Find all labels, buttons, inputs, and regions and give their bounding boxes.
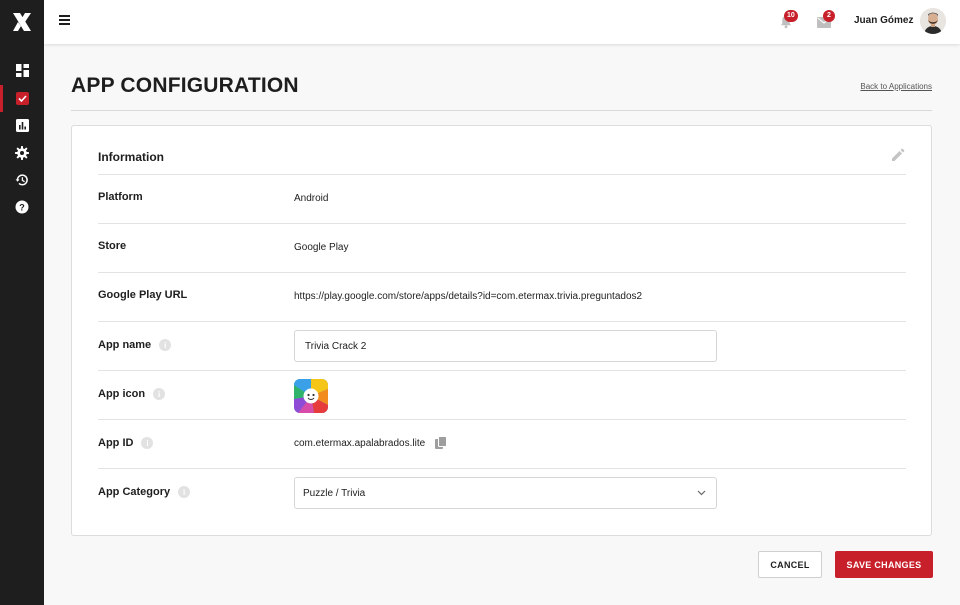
- row-divider: [98, 468, 906, 469]
- platform-value: Android: [294, 193, 329, 204]
- sidebar-item-applications[interactable]: [0, 85, 44, 112]
- avatar[interactable]: [920, 8, 946, 34]
- x-logo-icon: [13, 13, 31, 31]
- copy-icon: [435, 436, 448, 449]
- app-name-label: App name i: [98, 339, 172, 351]
- menu-icon[interactable]: [59, 15, 72, 28]
- information-card: Information Platform Android Store Googl…: [71, 125, 932, 536]
- app-id-value: com.etermax.apalabrados.lite: [294, 437, 426, 449]
- sidebar: ?: [0, 0, 44, 605]
- dashboard-icon: [15, 64, 29, 77]
- store-value: Google Play: [294, 242, 349, 253]
- user-name[interactable]: Juan Gómez: [854, 15, 913, 26]
- store-label: Store: [98, 240, 127, 252]
- copy-button[interactable]: [434, 436, 448, 450]
- app-icon-label: App icon i: [98, 388, 166, 400]
- row-divider: [98, 370, 906, 371]
- bar-chart-icon: [15, 119, 29, 132]
- user-avatar-icon: [920, 8, 946, 34]
- store-url-value: https://play.google.com/store/apps/detai…: [294, 291, 643, 302]
- app-category-selected-value: Puzzle / Trivia: [303, 487, 366, 499]
- app-category-select[interactable]: Puzzle / Trivia: [294, 477, 717, 509]
- row-divider: [98, 223, 906, 224]
- svg-text:?: ?: [19, 202, 25, 212]
- sidebar-item-help[interactable]: ?: [0, 193, 44, 220]
- brand-logo[interactable]: [0, 0, 44, 44]
- notifications-button[interactable]: 10: [777, 10, 798, 32]
- messages-count-badge: 2: [823, 10, 835, 22]
- info-icon[interactable]: i: [159, 339, 172, 351]
- sidebar-item-history[interactable]: [0, 166, 44, 193]
- cancel-button[interactable]: CANCEL: [758, 551, 822, 578]
- app-id-label: App ID i: [98, 437, 154, 449]
- checkbox-icon: [15, 92, 29, 105]
- app-icon-image[interactable]: [294, 379, 328, 413]
- page-title: APP CONFIGURATION: [71, 74, 299, 97]
- messages-button[interactable]: 2: [815, 10, 835, 32]
- row-divider: [98, 419, 906, 420]
- app-id-row: com.etermax.apalabrados.lite: [294, 436, 448, 450]
- sidebar-item-settings[interactable]: [0, 139, 44, 166]
- help-icon: ?: [15, 200, 29, 213]
- history-icon: [15, 173, 28, 185]
- app-category-label: App Category i: [98, 486, 191, 498]
- notifications-count-badge: 10: [784, 10, 798, 22]
- back-to-applications-link[interactable]: Back to Applications: [860, 82, 932, 91]
- app-name-input[interactable]: [294, 330, 717, 362]
- sidebar-item-dashboard[interactable]: [0, 57, 44, 84]
- gear-icon: [15, 145, 29, 160]
- store-url-label: Google Play URL: [98, 289, 188, 301]
- card-title: Information: [98, 150, 164, 164]
- info-icon[interactable]: i: [178, 486, 191, 498]
- top-bar: 10 2 Juan Gómez: [44, 0, 960, 44]
- pencil-icon: [892, 148, 905, 161]
- platform-label: Platform: [98, 191, 143, 203]
- info-icon[interactable]: i: [141, 437, 154, 449]
- chevron-down-icon: [697, 490, 706, 496]
- row-divider: [98, 174, 906, 175]
- row-divider: [98, 321, 906, 322]
- row-divider: [98, 272, 906, 273]
- title-divider: [71, 110, 932, 111]
- save-changes-button[interactable]: SAVE CHANGES: [835, 551, 933, 578]
- sidebar-item-reports[interactable]: [0, 112, 44, 139]
- edit-button[interactable]: [891, 148, 905, 162]
- info-icon[interactable]: i: [153, 388, 166, 400]
- trivia-app-icon: [294, 379, 328, 413]
